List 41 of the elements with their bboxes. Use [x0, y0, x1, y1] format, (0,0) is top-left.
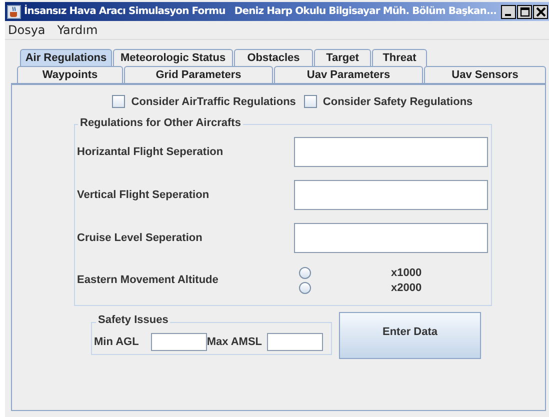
checkbox[interactable] — [112, 95, 126, 108]
menu-item[interactable]: Yardım — [57, 23, 98, 37]
input-field[interactable] — [294, 137, 488, 167]
checkbox-label: Consider Safety Regulations — [322, 96, 473, 108]
group-title: Regulations for Other Aircrafts — [78, 117, 243, 129]
field-label: Min AGL — [94, 336, 139, 348]
tab[interactable]: Air Regulations — [20, 49, 112, 66]
java-cup-icon — [7, 4, 21, 18]
input-field[interactable] — [150, 333, 207, 351]
field-label: Max AMSL — [206, 336, 262, 348]
tab[interactable]: Uav Sensors — [424, 66, 546, 83]
input-field[interactable] — [294, 223, 488, 253]
menu-item[interactable]: Dosya — [8, 23, 46, 37]
checkbox-label: Consider AirTraffic Regulations — [131, 96, 296, 108]
tab[interactable]: Obstacles — [234, 49, 313, 66]
input-field[interactable] — [267, 333, 324, 351]
radio-label: x1000 — [391, 266, 422, 278]
field-label: Cruise Level Seperation — [77, 232, 202, 244]
checkbox[interactable] — [304, 95, 317, 108]
maximize-icon — [520, 6, 530, 16]
radio-label: x2000 — [391, 282, 422, 294]
tab[interactable]: Threat — [372, 49, 427, 66]
minimize-icon — [504, 14, 510, 16]
tab[interactable]: Uav Parameters — [274, 66, 423, 83]
enter-data-button[interactable]: Enter Data — [339, 312, 481, 359]
field-label: Eastern Movement Altitude — [77, 274, 220, 286]
tab[interactable]: Grid Parameters — [124, 66, 273, 83]
window-title: İnsansız Hava Aracı Simulasyon Formu Deniz Harp Okulu Bilgisayar Müh. Bölüm Başkan... — [24, 6, 498, 17]
radio-button[interactable] — [299, 266, 311, 278]
tab[interactable]: Target — [314, 49, 371, 66]
close-icon — [536, 6, 546, 16]
tab[interactable]: Waypoints — [17, 66, 123, 83]
tab[interactable]: Meteorologic Status — [113, 49, 233, 66]
field-label: Horizantal Flight Seperation — [77, 146, 224, 158]
input-field[interactable] — [294, 180, 488, 210]
maximize-button[interactable] — [517, 4, 532, 18]
close-button[interactable] — [533, 4, 548, 18]
group-title: Safety Issues — [96, 314, 170, 326]
minimize-button[interactable] — [501, 4, 516, 18]
field-label: Vertical Flight Seperation — [77, 189, 210, 201]
radio-button[interactable] — [299, 282, 311, 294]
